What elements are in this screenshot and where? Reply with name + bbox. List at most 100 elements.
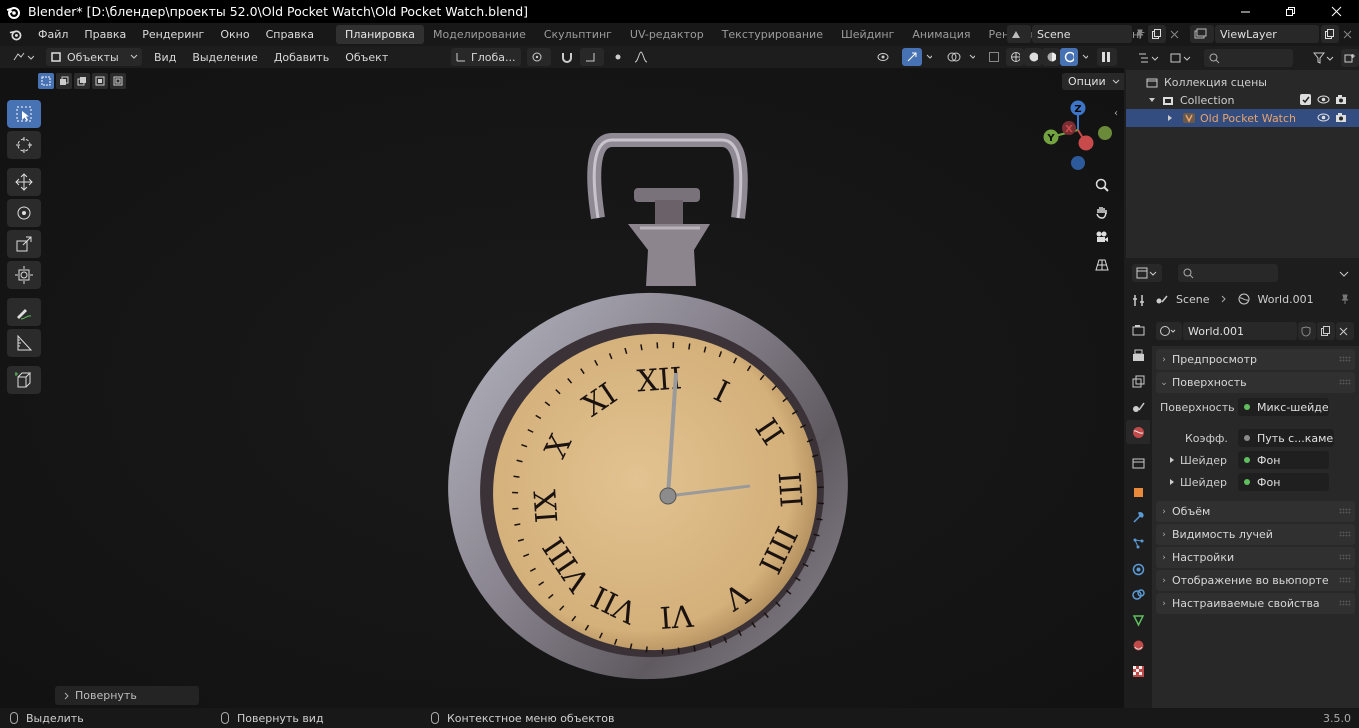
menu-render[interactable]: Рендеринг xyxy=(134,28,212,41)
menu-window[interactable]: Окно xyxy=(212,28,257,41)
world-browse-icon[interactable] xyxy=(1156,322,1182,340)
outliner-row-object[interactable]: Old Pocket Watch xyxy=(1126,109,1359,127)
gizmo-x-icon[interactable] xyxy=(1078,135,1094,151)
delete-viewlayer-icon[interactable] xyxy=(1339,30,1355,39)
tab-uv-editing[interactable]: UV-редактор xyxy=(621,25,713,44)
new-viewlayer-icon[interactable] xyxy=(1321,25,1339,43)
menu-select[interactable]: Выделение xyxy=(188,48,262,66)
tool-tab-icon[interactable] xyxy=(1126,288,1150,312)
delete-scene-icon[interactable] xyxy=(1166,30,1182,39)
tab-modeling[interactable]: Моделирование xyxy=(424,25,535,44)
add-cube-tool[interactable] xyxy=(7,366,41,394)
pin-icon[interactable] xyxy=(1132,29,1148,39)
section-volume[interactable]: › Объём xyxy=(1156,501,1355,522)
surface-shader-field[interactable]: Микс-шейдер xyxy=(1238,398,1329,416)
drag-handle-icon[interactable] xyxy=(1339,379,1351,385)
solid-shading-icon[interactable] xyxy=(1024,48,1042,66)
pivot-point-icon[interactable] xyxy=(527,48,551,66)
new-world-icon[interactable] xyxy=(1317,322,1335,340)
zoom-icon[interactable] xyxy=(1091,174,1113,196)
material-tab-icon[interactable] xyxy=(1126,634,1150,658)
shader-1-field[interactable]: Фон xyxy=(1238,451,1329,469)
collection-tab-icon[interactable] xyxy=(1126,450,1150,474)
menu-file[interactable]: Файл xyxy=(30,28,76,41)
shader-2-field[interactable]: Фон xyxy=(1238,473,1329,491)
viewport-canvas[interactable]: XII IIIIIIIIIIVVIVIIVIIIIXXXI Z Y X xyxy=(0,68,1124,708)
cursor-tool[interactable] xyxy=(7,131,41,159)
viewlayer-name-field[interactable]: ViewLayer xyxy=(1215,25,1319,43)
select-intersect-icon[interactable] xyxy=(110,73,126,89)
object-render-icon[interactable] xyxy=(1335,112,1347,126)
section-surface[interactable]: ⌄ Поверхность xyxy=(1156,372,1355,393)
expand-shader-icon[interactable] xyxy=(1168,456,1176,464)
properties-editor-type-icon[interactable] xyxy=(1132,264,1162,282)
last-operation-panel[interactable]: Повернуть xyxy=(55,686,199,705)
minimize-button[interactable] xyxy=(1222,0,1268,23)
wireframe-shading-icon[interactable] xyxy=(1006,48,1024,66)
visibility-dropdown-icon[interactable] xyxy=(873,48,899,66)
options-dropdown[interactable]: Опции xyxy=(1062,73,1124,90)
pin-properties-icon[interactable] xyxy=(1340,294,1350,304)
annotate-tool[interactable] xyxy=(7,298,41,326)
snap-toggle-icon[interactable] xyxy=(556,48,578,66)
drag-handle-icon[interactable] xyxy=(1339,531,1351,537)
exclude-checkbox[interactable] xyxy=(1300,94,1311,105)
maximize-button[interactable] xyxy=(1267,0,1313,23)
select-extend-icon[interactable] xyxy=(56,73,72,89)
fake-user-icon[interactable] xyxy=(1298,322,1316,340)
sidebar-toggle-icon[interactable]: ‹ xyxy=(1114,108,1118,119)
world-name-field[interactable]: World.001 xyxy=(1183,322,1297,340)
transform-orientation-dropdown[interactable]: Глоба... xyxy=(451,48,521,66)
menu-add[interactable]: Добавить xyxy=(270,48,333,66)
section-preview[interactable]: › Предпросмотр xyxy=(1156,349,1355,370)
collection-render-icon[interactable] xyxy=(1335,94,1347,108)
new-collection-icon[interactable] xyxy=(1341,49,1359,67)
viewlayer-browse-icon[interactable] xyxy=(1190,25,1214,43)
pause-render-icon[interactable] xyxy=(1097,48,1117,66)
menu-edit[interactable]: Правка xyxy=(76,28,134,41)
drag-handle-icon[interactable] xyxy=(1339,508,1351,514)
material-shading-icon[interactable] xyxy=(1042,48,1060,66)
physics-tab-icon[interactable] xyxy=(1126,557,1150,581)
proportional-edit-icon[interactable] xyxy=(608,48,628,66)
new-scene-icon[interactable] xyxy=(1148,25,1166,43)
drag-handle-icon[interactable] xyxy=(1339,356,1351,362)
properties-search-input[interactable] xyxy=(1178,264,1278,282)
select-invert-icon[interactable] xyxy=(92,73,108,89)
rotate-tool[interactable] xyxy=(7,199,41,227)
measure-tool[interactable] xyxy=(7,329,41,357)
texture-tab-icon[interactable] xyxy=(1126,660,1150,684)
select-box-tool[interactable] xyxy=(7,100,41,128)
rendered-shading-icon[interactable] xyxy=(1060,48,1078,66)
close-window-button[interactable] xyxy=(1313,0,1359,23)
select-new-icon[interactable] xyxy=(38,73,54,89)
tab-shading[interactable]: Шейдинг xyxy=(832,25,903,44)
camera-view-icon[interactable] xyxy=(1091,226,1113,248)
render-tab-icon[interactable] xyxy=(1126,318,1150,342)
outliner-row-collection[interactable]: Collection xyxy=(1126,91,1359,109)
section-custom-properties[interactable]: › Настраиваемые свойства xyxy=(1156,593,1355,614)
perspective-toggle-icon[interactable] xyxy=(1091,254,1113,276)
modifiers-tab-icon[interactable] xyxy=(1126,506,1150,530)
object-tab-icon[interactable] xyxy=(1126,480,1150,504)
drag-handle-icon[interactable] xyxy=(1339,577,1351,583)
overlays-toggle-icon[interactable] xyxy=(943,48,965,66)
outliner-filter-icon[interactable] xyxy=(1309,49,1339,67)
expand-shader-icon[interactable] xyxy=(1168,478,1176,486)
object-visibility-icon[interactable] xyxy=(1317,112,1330,126)
falloff-icon[interactable] xyxy=(630,48,652,66)
snap-element-icon[interactable] xyxy=(580,48,604,66)
shading-dropdown-icon[interactable] xyxy=(1078,48,1092,66)
3d-viewport[interactable]: XII I II III IIII V VI VII VIII IX X XI Z Y xyxy=(0,68,1124,708)
scene-name-field[interactable]: Scene xyxy=(1032,25,1132,43)
menu-view[interactable]: Вид xyxy=(150,48,180,66)
particles-tab-icon[interactable] xyxy=(1126,532,1150,556)
world-tab-icon[interactable] xyxy=(1126,420,1150,445)
data-tab-icon[interactable] xyxy=(1126,608,1150,632)
outliner-row-scene-collection[interactable]: Коллекция сцены xyxy=(1126,73,1359,91)
tab-texture-paint[interactable]: Текстурирование xyxy=(713,25,832,44)
constraints-tab-icon[interactable] xyxy=(1126,583,1150,607)
section-settings[interactable]: › Настройки xyxy=(1156,547,1355,568)
tab-sculpting[interactable]: Скульптинг xyxy=(535,25,621,44)
drag-handle-icon[interactable] xyxy=(1339,600,1351,606)
